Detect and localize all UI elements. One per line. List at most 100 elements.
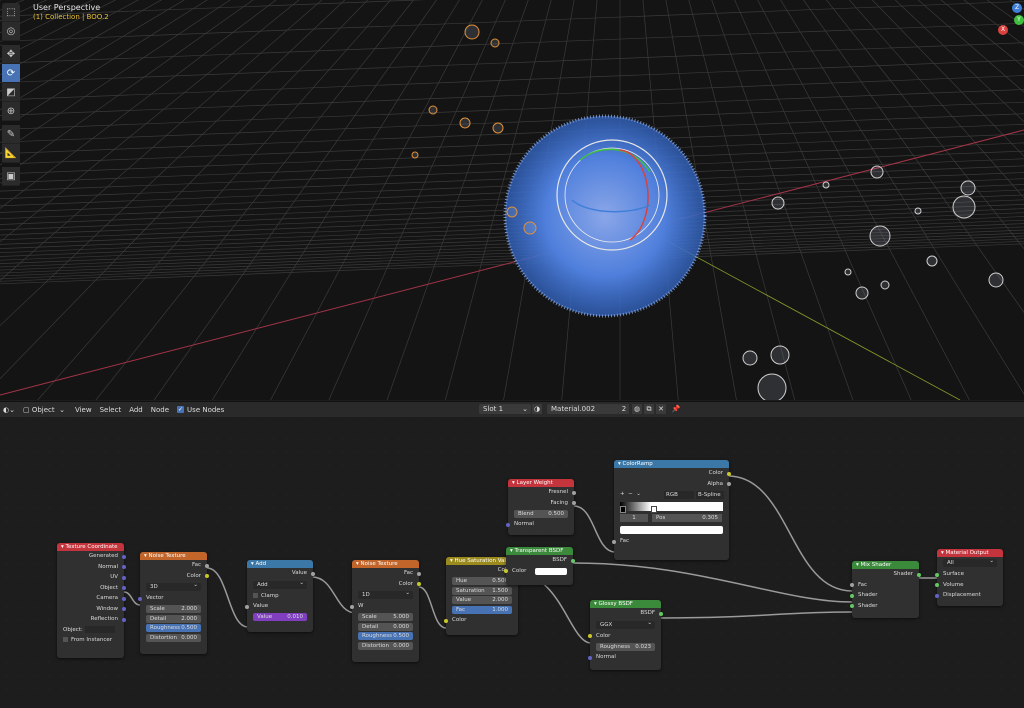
material-name-field[interactable]: Material.002 [547,404,619,414]
move-icon[interactable]: ✥ [2,45,20,64]
detail-field[interactable]: Detail 0.000 [358,622,413,631]
node-noise-texture-1[interactable]: ▾ Noise Texture Fac Color 3D Vector Scal… [138,552,209,654]
distortion-field[interactable]: Distortion 0.000 [146,633,201,642]
node-math-add[interactable]: ▾ Add Value Add Clamp Value Value0.010 [245,560,315,632]
duplicate-icon[interactable]: ⧉ [644,404,654,414]
menu-node[interactable]: Node [151,406,169,414]
material-browse-icon[interactable]: ◑ [532,404,542,414]
menu-add[interactable]: Add [129,406,143,414]
node-glossy-bsdf[interactable]: ▾ Glossy BSDF BSDF GGX Color Roughness0.… [588,600,663,670]
node-noise-texture-2[interactable]: ▾ Noise Texture Fac Color 1D W Scale5.00… [350,560,421,662]
x-axis-icon[interactable]: X [998,25,1008,35]
material-users-count[interactable]: 2 [619,404,629,414]
measure-icon[interactable]: 📐 [2,144,20,163]
socket-uv[interactable]: UV [57,572,126,583]
socket-vector[interactable]: Vector [138,593,207,604]
fake-user-icon[interactable]: ◍ [632,404,642,414]
remove-stop-button[interactable]: − [628,491,633,497]
ramp-gradient[interactable] [620,502,723,513]
use-nodes-checkbox[interactable]: ✓ Use Nodes [177,406,224,414]
socket-object[interactable]: Object [57,583,126,594]
socket-normal[interactable]: Normal [57,562,126,573]
dimensions-dropdown[interactable]: 1D [358,589,413,599]
z-axis-icon[interactable]: Z [1012,3,1022,13]
socket-shader-out[interactable]: Shader [852,569,921,580]
socket-color[interactable]: Color [588,631,661,642]
object-mode-dropdown[interactable]: ▢ Object ⌄ [23,406,65,414]
socket-fac[interactable]: Fac [140,560,209,571]
socket-color[interactable]: Color [352,579,421,590]
node-header[interactable]: ▾ Layer Weight [508,479,574,487]
navigation-gizmo[interactable]: Z X Y [994,0,1024,45]
socket-fac[interactable]: Fac [612,536,729,547]
value-field[interactable]: Value 2.000 [452,596,512,604]
socket-color[interactable]: Color [614,468,731,479]
socket-volume[interactable]: Volume [935,580,1003,591]
socket-alpha[interactable]: Alpha [614,479,731,490]
socket-bsdf[interactable]: BSDF [590,608,663,619]
scale-icon[interactable]: ◩ [2,83,20,102]
roughness-field[interactable]: Roughness 0.023 [596,642,655,651]
stop-position-field[interactable]: Pos 0.305 [652,514,722,522]
unlink-icon[interactable]: ✕ [656,404,666,414]
socket-camera[interactable]: Camera [57,593,126,604]
select-box-icon[interactable]: ⬚ [2,3,20,22]
socket-value-out[interactable]: Value [247,568,315,579]
socket-generated[interactable]: Generated [57,551,126,562]
scale-field[interactable]: Scale 5.000 [358,613,413,621]
interpolation-dropdown[interactable]: B-Spline [696,491,724,499]
node-header[interactable]: ▾ Mix Shader [852,561,919,569]
node-texture-coordinate[interactable]: ▾ Texture Coordinate Generated Normal UV… [57,543,126,658]
ramp-menu-button[interactable]: ⌄ [636,491,641,497]
node-material-output[interactable]: ▾ Material Output All Surface Volume Dis… [935,549,1003,606]
node-transparent-bsdf[interactable]: ▾ Transparent BSDF BSDF Color [504,547,575,585]
node-header[interactable]: ▾ Transparent BSDF [506,547,573,555]
color-swatch[interactable] [535,567,567,575]
target-dropdown[interactable]: All [943,557,997,567]
add-stop-button[interactable]: + [620,491,625,497]
annotate-icon[interactable]: ✎ [2,125,20,144]
node-colorramp[interactable]: ▾ ColorRamp Color Alpha + − ⌄ RGB B-Spli… [612,460,731,560]
socket-color[interactable]: Color [140,571,209,582]
socket-color[interactable]: Color [504,566,573,577]
stop-color-swatch[interactable] [620,526,723,534]
object-field[interactable]: Object: [57,625,124,636]
roughness-field[interactable]: Roughness 0.500 [146,624,201,632]
fac-field[interactable]: Fac 1.000 [452,605,512,614]
3d-viewport[interactable]: User Perspective (1) Collection | BOO.2 … [0,0,1024,400]
dimensions-dropdown[interactable]: 3D [146,581,201,591]
from-instancer-checkbox[interactable]: From Instancer [57,635,124,646]
socket-fac[interactable]: Fac [352,568,421,579]
transform-icon[interactable]: ⊕ [2,102,20,121]
menu-view[interactable]: View [75,406,92,414]
socket-fac[interactable]: Fac [850,580,919,591]
color-mode-dropdown[interactable]: RGB [664,491,694,499]
socket-w[interactable]: W [350,601,419,612]
socket-value-in[interactable]: Value [245,601,313,612]
node-header[interactable]: ▾ Add [247,560,313,568]
stop-index-field[interactable]: 1 [620,514,648,522]
pin-icon[interactable]: 📌 [671,404,681,414]
socket-surface[interactable]: Surface [935,569,1003,580]
socket-window[interactable]: Window [57,604,126,615]
detail-field[interactable]: Detail 2.000 [146,614,201,623]
roughness-field[interactable]: Roughness 0.500 [358,632,413,640]
distribution-dropdown[interactable]: GGX [596,619,655,629]
node-layer-weight[interactable]: ▾ Layer Weight Fresnel Facing Blend 0.500… [506,479,576,535]
socket-normal[interactable]: Normal [588,652,661,663]
value-field[interactable]: Value 0.010 [253,613,307,621]
slot-dropdown[interactable]: Slot 1 ⌄ [479,404,531,414]
node-canvas[interactable]: ▾ Texture Coordinate Generated Normal UV… [0,417,1024,708]
socket-fresnel[interactable]: Fresnel [508,487,576,498]
blend-field[interactable]: Blend 0.500 [514,509,568,518]
node-header[interactable]: ▾ ColorRamp [614,460,729,468]
scale-field[interactable]: Scale 2.000 [146,605,201,613]
operation-dropdown[interactable]: Add [253,579,307,589]
socket-normal[interactable]: Normal [506,519,574,530]
socket-bsdf[interactable]: BSDF [506,555,575,566]
node-mix-shader[interactable]: ▾ Mix Shader Shader Fac Shader Shader [850,561,921,618]
socket-shader-b[interactable]: Shader [850,601,919,612]
socket-shader-a[interactable]: Shader [850,590,919,601]
add-cube-icon[interactable]: ▣ [2,167,20,186]
node-header[interactable]: ▾ Texture Coordinate [57,543,124,551]
